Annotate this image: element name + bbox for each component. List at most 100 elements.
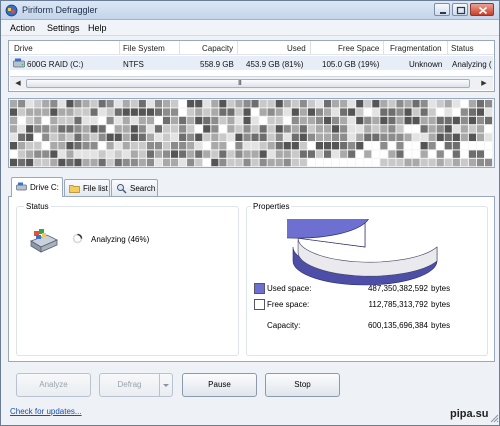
drive-map-block [485, 150, 493, 158]
capacity-value: 600,135,696,384 [367, 321, 428, 330]
resize-grip-icon[interactable] [489, 413, 499, 423]
drive-map-block [476, 116, 484, 125]
tab-file-list[interactable]: File list [64, 179, 110, 196]
drive-map-block [348, 158, 356, 167]
drive-map-block [332, 158, 340, 167]
column-used[interactable]: Used [287, 44, 306, 53]
drive-map-block [420, 142, 428, 150]
horizontal-scrollbar[interactable]: ◀ III ▶ [10, 76, 493, 90]
drive-map-block [138, 150, 146, 158]
column-divider[interactable] [179, 41, 180, 55]
title-bar[interactable]: Piriform Defraggler [1, 1, 499, 20]
drive-map-block [468, 158, 476, 167]
defrag-options-dropdown[interactable] [159, 373, 173, 397]
drive-map-block [283, 142, 291, 150]
drive-map-block [283, 150, 291, 158]
column-divider[interactable] [310, 41, 311, 55]
scroll-right-icon[interactable]: ▶ [478, 78, 490, 89]
capacity-unit: bytes [431, 321, 451, 330]
drive-map-block [452, 100, 460, 108]
drive-map-block [179, 142, 187, 150]
drive-map-block [42, 133, 50, 141]
drive-map-block [259, 108, 267, 116]
drive-map-block [138, 116, 146, 125]
menu-help[interactable]: Help [88, 23, 107, 33]
status-group-title: Status [24, 202, 51, 211]
drive-map-block [485, 125, 493, 133]
drive-map-block [219, 133, 227, 141]
tab-search-label: Search [130, 184, 156, 193]
defraggler-app-icon [5, 4, 18, 17]
column-free-space[interactable]: Free Space [338, 44, 379, 53]
drive-map-block [259, 158, 267, 167]
column-divider[interactable] [237, 41, 238, 55]
drive-map-block [130, 125, 138, 133]
drive-map-block [187, 150, 195, 158]
drive-map-block [412, 116, 420, 125]
drive-map-block [243, 142, 251, 150]
drive-map-block [219, 125, 227, 133]
drive-map-block [243, 100, 251, 108]
pause-button[interactable]: Pause [182, 373, 257, 397]
drive-map-block [436, 158, 444, 167]
drive-map-block [235, 108, 243, 116]
drive-tab-panel: Status Analyzing (46%) Properties Used s… [8, 196, 495, 362]
drive-map-block [267, 142, 275, 150]
drive-map-block [259, 125, 267, 133]
drive-map-block [195, 133, 203, 141]
drive-map-block [122, 100, 130, 108]
drive-map-block [235, 142, 243, 150]
scrollbar-thumb[interactable]: III [26, 79, 470, 88]
drive-map-block [436, 125, 444, 133]
drive-map-block [428, 150, 436, 158]
drive-map-block [315, 158, 323, 167]
drive-map-block [332, 108, 340, 116]
drive-map-block [82, 100, 90, 108]
drive-map-block [476, 108, 484, 116]
defrag-button[interactable]: Defrag [99, 373, 160, 397]
check-for-updates-link[interactable]: Check for updates... [10, 407, 82, 416]
drive-map-block [340, 150, 348, 158]
column-divider[interactable] [447, 41, 448, 55]
close-button[interactable] [470, 3, 494, 16]
menu-action[interactable]: Action [10, 23, 35, 33]
drive-map-block [275, 108, 283, 116]
drive-map-block [275, 158, 283, 167]
drive-map-block [452, 150, 460, 158]
drive-map-block [187, 100, 195, 108]
column-drive[interactable]: Drive [14, 44, 33, 53]
column-capacity[interactable]: Capacity [202, 44, 233, 53]
column-divider[interactable] [119, 41, 120, 55]
cell-status: Analyzing ( [452, 60, 492, 69]
drive-map-block [163, 125, 171, 133]
menu-settings[interactable]: Settings [47, 23, 80, 33]
cell-fragmentation: Unknown [409, 60, 443, 69]
column-status[interactable]: Status [451, 44, 474, 53]
analyze-button[interactable]: Analyze [16, 373, 91, 397]
minimize-button[interactable] [434, 3, 450, 16]
drive-map-block [106, 100, 114, 108]
column-fragmentation[interactable]: Fragmentation [390, 44, 442, 53]
maximize-button[interactable] [452, 3, 468, 16]
drive-map-block [235, 125, 243, 133]
drive-map-block [372, 125, 380, 133]
drive-map-block [412, 125, 420, 133]
drive-map-block [404, 100, 412, 108]
drive-map-block [122, 142, 130, 150]
tab-search[interactable]: Search [111, 179, 158, 196]
drive-map-block [74, 150, 82, 158]
drive-map-block [291, 116, 299, 125]
drive-map-block [50, 150, 58, 158]
column-divider[interactable] [383, 41, 384, 55]
drive-map-block [10, 158, 18, 167]
drive-map-block [372, 108, 380, 116]
drive-map-block [171, 116, 179, 125]
drive-map-block [42, 125, 50, 133]
drive-map-block [275, 125, 283, 133]
tab-drive[interactable]: Drive C: [11, 177, 63, 197]
column-file-system[interactable]: File System [123, 44, 165, 53]
scroll-left-icon[interactable]: ◀ [12, 78, 24, 89]
drive-map-block [146, 116, 154, 125]
stop-button[interactable]: Stop [265, 373, 340, 397]
drive-map-block [388, 142, 396, 150]
